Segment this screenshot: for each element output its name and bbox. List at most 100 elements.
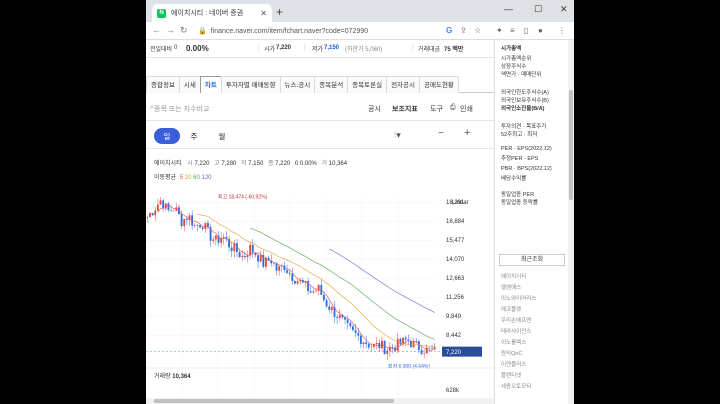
- recent-item[interactable]: 플랜티넷: [501, 371, 521, 379]
- y-tick-label: 11,256: [446, 295, 465, 301]
- change-pct: 0.00%: [186, 43, 209, 53]
- period-month-button[interactable]: 월: [214, 128, 230, 144]
- recent-item[interactable]: 이노룰렉스: [501, 338, 526, 346]
- candle-body: [330, 306, 333, 310]
- new-tab-icon[interactable]: +: [276, 5, 283, 19]
- tab-1[interactable]: 시세: [178, 76, 201, 93]
- candle-body: [399, 338, 402, 345]
- tab-2[interactable]: 차트: [199, 76, 222, 93]
- candle-body: [154, 210, 157, 216]
- candle-body: [159, 200, 162, 205]
- recent-item[interactable]: 테라사이언스: [501, 327, 531, 335]
- tab-4[interactable]: 뉴스.공시: [279, 76, 316, 93]
- chart-toolbar: 종목 또는 지수비교 ⌕ 공시 보조지표 도구 ⎙ 인쇄: [146, 100, 494, 116]
- disclosure-button[interactable]: 공시: [368, 104, 381, 114]
- playlist-icon[interactable]: ≡: [510, 26, 515, 35]
- back-icon[interactable]: ←: [152, 25, 161, 35]
- stock-info-sidebar: 최근조회 시가총액 시가총액순위 상장주식수 액면가 · 매매단위 외국인한도주식수(A…: [494, 40, 568, 404]
- recent-item[interactable]: 우리손에프앤: [501, 316, 531, 324]
- zoom-in-icon[interactable]: +: [464, 127, 470, 139]
- sidebar-item: 시가총액순위: [501, 56, 532, 62]
- candle-body: [151, 213, 154, 216]
- candle-body: [183, 218, 186, 227]
- tab-5[interactable]: 종목분석: [314, 76, 349, 93]
- current-price-label: 7,220: [446, 350, 462, 356]
- tab-8[interactable]: 공매도현황: [419, 76, 459, 93]
- browser-tab[interactable]: N 에이치시티 : 네이버 증권 ✕: [152, 4, 272, 22]
- candle-body: [180, 214, 183, 227]
- candle-body: [388, 346, 391, 351]
- url-field[interactable]: 🔒 finance.naver.com/item/fchart.naver?co…: [198, 24, 438, 38]
- candle-body: [354, 330, 357, 334]
- maximize-icon[interactable]: ☐: [534, 4, 542, 15]
- recent-item[interactable]: 엘엠에스: [501, 283, 521, 291]
- sidepanel-icon[interactable]: ▯: [524, 26, 528, 35]
- menu-icon[interactable]: ⋮: [558, 26, 566, 35]
- tab-7[interactable]: 전자공시: [386, 76, 420, 93]
- extensions-icon[interactable]: ✦: [496, 26, 503, 35]
- close-tab-icon[interactable]: ✕: [260, 9, 267, 18]
- recent-item[interactable]: 세종오토모티: [501, 382, 531, 390]
- sidebar-item: 시가총액: [501, 46, 522, 52]
- candle-body: [243, 255, 246, 258]
- scroll-thumb[interactable]: [569, 90, 573, 200]
- candle-body: [278, 266, 281, 271]
- price-chart[interactable]: 18,29116,88415,47714,07012,66311,2569,84…: [146, 188, 494, 398]
- tab-0[interactable]: 종합정보: [146, 76, 180, 93]
- google-icon[interactable]: G: [446, 26, 452, 35]
- recent-item[interactable]: 에이치시티: [501, 272, 526, 280]
- zoom-out-icon[interactable]: −: [438, 128, 444, 139]
- tab-3[interactable]: 투자자별 매매동향: [220, 76, 281, 93]
- tools-button[interactable]: 도구: [430, 104, 443, 114]
- candle-body: [170, 210, 172, 211]
- recent-item[interactable]: 에코플랫: [501, 305, 521, 313]
- profile-icon[interactable]: ●: [538, 26, 543, 35]
- candle-body: [238, 252, 241, 258]
- candle-body: [362, 342, 365, 344]
- candle-body: [367, 344, 370, 348]
- moving-average-line: 이동평균 5 20 60 120: [154, 175, 212, 181]
- candle-body: [423, 353, 426, 354]
- recent-item[interactable]: 원익QnC: [501, 349, 522, 357]
- share-icon[interactable]: ⇪: [460, 26, 467, 35]
- compare-search-input[interactable]: 종목 또는 지수비교: [154, 104, 209, 114]
- candle-body: [386, 350, 389, 354]
- reload-icon[interactable]: ↻: [180, 25, 188, 36]
- horizontal-scrollbar[interactable]: [146, 398, 494, 404]
- ma120-line: [329, 248, 435, 313]
- candle-body: [346, 319, 349, 323]
- forward-icon[interactable]: →: [166, 25, 175, 35]
- bookmark-star-icon[interactable]: ☆: [474, 26, 481, 35]
- candle-body: [359, 335, 362, 344]
- recent-views-tab[interactable]: 최근조회: [499, 254, 565, 266]
- minimize-icon[interactable]: —: [504, 4, 513, 14]
- candle-body: [320, 284, 323, 295]
- tab-6[interactable]: 종목토론실: [347, 76, 388, 93]
- sidebar-item: 외국인소진율(B/A): [501, 106, 545, 112]
- period-day-button[interactable]: 일: [154, 128, 180, 144]
- recent-item[interactable]: 이엔플러스: [501, 360, 526, 368]
- candle-body: [336, 316, 339, 318]
- print-button[interactable]: 인쇄: [460, 104, 473, 114]
- divider: [146, 120, 494, 121]
- recent-item[interactable]: 이노와이어리스: [501, 294, 536, 302]
- y-tick-label: 16,884: [446, 219, 465, 225]
- candle-body: [288, 272, 291, 274]
- candle-body: [309, 291, 312, 293]
- close-window-icon[interactable]: ✕: [560, 4, 568, 15]
- sidebar-item: 외국인보유주식수(B): [501, 98, 549, 104]
- low-value: 7,150: [324, 45, 340, 51]
- hscroll-thumb[interactable]: [154, 399, 394, 403]
- candle-body: [425, 347, 428, 354]
- scale-label: Linear: [452, 200, 469, 206]
- period-week-button[interactable]: 주: [186, 128, 202, 144]
- candle-body: [412, 341, 415, 348]
- indicators-button[interactable]: 보조지표: [392, 104, 418, 114]
- high-annotation: 최고 18,474 (-60.92%): [218, 194, 268, 201]
- vertical-scrollbar[interactable]: [568, 40, 574, 404]
- candle-body: [312, 291, 315, 293]
- candle-type-icon[interactable]: ⫶▾: [394, 130, 401, 141]
- candle-body: [352, 326, 354, 331]
- candle-body: [383, 340, 386, 354]
- y-tick-label: 12,663: [446, 276, 465, 282]
